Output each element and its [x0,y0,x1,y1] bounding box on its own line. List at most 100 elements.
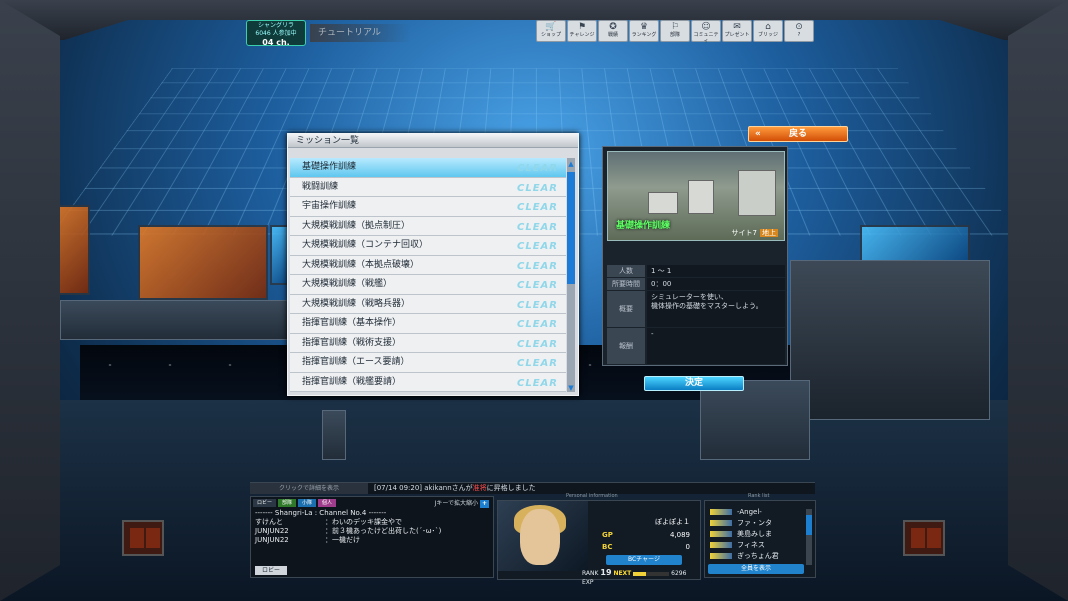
chat-tab[interactable]: ロビー [253,499,277,507]
mission-name: 大規模戦訓練（本拠点破壊） [302,259,420,270]
personal-info-title: Personal information [566,493,618,499]
rank-list-entry[interactable]: ぎっちょん君 [707,551,803,561]
mission-item[interactable]: 基礎操作訓練 CLEAR [290,158,566,178]
chat-author[interactable]: JUNJUN22 [255,527,325,536]
zoom-plus-icon[interactable]: + [480,500,489,508]
clear-badge: CLEAR [517,260,558,272]
mission-list-title: ミッション一覧 [288,134,578,148]
left-console [60,300,290,340]
mission-item[interactable]: 大規模戦訓練（拠点制圧） CLEAR [290,216,566,236]
left-side-device [122,520,164,556]
top-menu-label: プレゼント [724,32,750,38]
frame-right [1008,0,1068,601]
mission-item[interactable]: 指揮官訓練（エース要請） CLEAR [290,353,566,373]
top-menu-cart[interactable]: 🛒 ショップ [536,20,566,42]
rank-list-entry[interactable]: 美島みしま [707,529,803,539]
bridge-icon: ⌂ [765,22,771,32]
chat-line: JUNJUN22 ：前３機あったけど出荷した(´･ω･`) [255,527,491,536]
top-menu-squad[interactable]: ⚐ 部隊 [660,20,690,42]
top-menu-label: コミュニティ [693,32,719,44]
player-avatar [498,501,588,571]
top-menu-crown[interactable]: ♛ ランキング [629,20,659,42]
gift-icon: ✉ [733,22,741,32]
rank-entry-name: フィネス [737,541,765,549]
top-menu: 🛒 ショップ ⚑ チャレンジ ✪ 戦績 ♛ ランキング ⚐ 部隊 ☺ コミュニティ ✉ プレゼント ⌂ ブリッ… [536,20,814,44]
chat-tab[interactable]: 小隊 [298,499,317,507]
clear-badge: CLEAR [517,241,558,252]
top-menu-label: チャレンジ [569,32,595,38]
server-name: シャングリラ [257,22,294,29]
mission-list-scrollbar[interactable]: ▲ ▼ [567,158,575,392]
mission-list: 基礎操作訓練 CLEAR 戦闘訓練 CLEAR 宇宙操作訓練 CLEAR 大規模戦訓練（拠点… [290,158,566,392]
exp-value: 6296 [671,570,687,577]
chat-header: ------- Shangri-La : Channel No.4 ------… [255,509,387,517]
mission-item[interactable]: 大規模戦訓練（コンテナ回収） CLEAR [290,236,566,256]
mission-name: 指揮官訓練（戦艦要請） [302,376,402,387]
top-menu-gift[interactable]: ✉ プレゼント [722,20,752,42]
tutorial-label: チュートリアル [310,24,410,42]
terrain-badge: 地上 [760,229,778,237]
bc-value: 0 [685,543,690,551]
channel-number: 04 ch. [262,38,290,47]
scroll-up-icon[interactable]: ▲ [567,160,575,168]
rank-list-entry[interactable]: フィネス [707,540,803,550]
crown-icon: ♛ [639,22,649,32]
summary-row: 概要 シミュレーターを使い、 機体操作の基礎をマスターしよう。 [607,291,785,327]
map-thumbnail: 基礎操作訓練 サイト7 地上 [607,151,785,241]
top-menu-bridge[interactable]: ⌂ ブリッジ [753,20,783,42]
mission-item[interactable]: 大規模戦訓練（本拠点破壊） CLEAR [290,255,566,275]
chat-panel: ロビー 部隊 小隊 個人 Jキーで拡大縮小 + ------- Shangri-La :… [250,496,494,578]
show-all-button[interactable]: 全員を表示 [708,564,804,574]
rank-entry-name: ファ・ンタ [737,519,772,527]
clear-badge: CLEAR [517,163,558,174]
top-menu-medal[interactable]: ✪ 戦績 [598,20,628,42]
chat-message: ：わいのデッキ課金やで [325,518,402,526]
top-menu-help[interactable]: ⊙? [784,20,814,42]
chat-tab[interactable]: 部隊 [278,499,297,507]
rank-entry-name: ぎっちょん君 [737,552,779,560]
chat-tab[interactable]: 個人 [318,499,337,507]
zoom-hint: Jキーで拡大縮小 + [434,500,489,508]
clear-badge: CLEAR [517,377,558,389]
rank-badge-icon [710,542,732,548]
chat-author[interactable]: JUNJUN22 [255,536,325,545]
top-menu-label: ショップ [540,32,561,38]
rank-list-entry[interactable]: ファ・ンタ [707,518,803,528]
chat-author[interactable]: すけんと [255,518,325,527]
mission-item[interactable]: 大規模戦訓練（戦艦） CLEAR [290,275,566,295]
clear-badge: CLEAR [517,299,558,311]
click-detail-button[interactable]: クリックで詳細を表示 [250,483,368,494]
mission-item[interactable]: 宇宙操作訓練 CLEAR [290,197,566,217]
bc-charge-button[interactable]: BCチャージ [606,555,682,565]
top-menu-flag[interactable]: ⚑ チャレンジ [567,20,597,42]
channel-indicator[interactable]: シャングリラ 6046 人参加中 04 ch. [246,20,306,47]
rank-row: RANK 19 NEXT 6296 EXP [582,568,687,586]
players-label: 人数 [607,265,645,277]
map-name: 基礎操作訓練 [616,221,671,231]
lobby-button[interactable]: ロビー [255,566,287,575]
news-message: [07/14 09:20] akikannさんが准将に昇格しました [374,484,536,492]
clear-badge: CLEAR [517,358,558,369]
chat-line: JUNJUN22 ：一機だけ [255,536,491,545]
pilot-seat [700,380,810,460]
rank-list-scrollbar[interactable] [806,509,812,565]
mission-item[interactable]: 指揮官訓練（基本操作） CLEAR [290,314,566,334]
rank-entry-name: -Angel- [737,508,762,516]
gp-value: 4,089 [669,531,690,539]
players-value: 1 ～ 1 [647,265,785,277]
decide-button[interactable]: 決定 [644,376,744,391]
mission-item[interactable]: 指揮官訓練（戦術支援） CLEAR [290,333,566,353]
mission-item[interactable]: 指揮官訓練（戦艦要請） CLEAR [290,372,566,392]
scrollbar-thumb[interactable] [567,172,575,284]
rank-list-entry[interactable]: -Angel- [707,507,803,517]
summary-label: 概要 [607,291,645,327]
back-button[interactable]: «戻る [748,126,848,142]
scroll-down-icon[interactable]: ▼ [567,384,575,392]
mission-item[interactable]: 戦闘訓練 CLEAR [290,177,566,197]
clear-badge: CLEAR [517,182,558,194]
mission-item[interactable]: 大規模戦訓練（戦略兵器） CLEAR [290,294,566,314]
mission-name: 指揮官訓練（基本操作） [302,318,402,328]
chat-line: すけんと ：わいのデッキ課金やで [255,518,491,527]
top-menu-community[interactable]: ☺ コミュニティ [691,20,721,44]
rank-list-title: Rank list [748,493,770,499]
